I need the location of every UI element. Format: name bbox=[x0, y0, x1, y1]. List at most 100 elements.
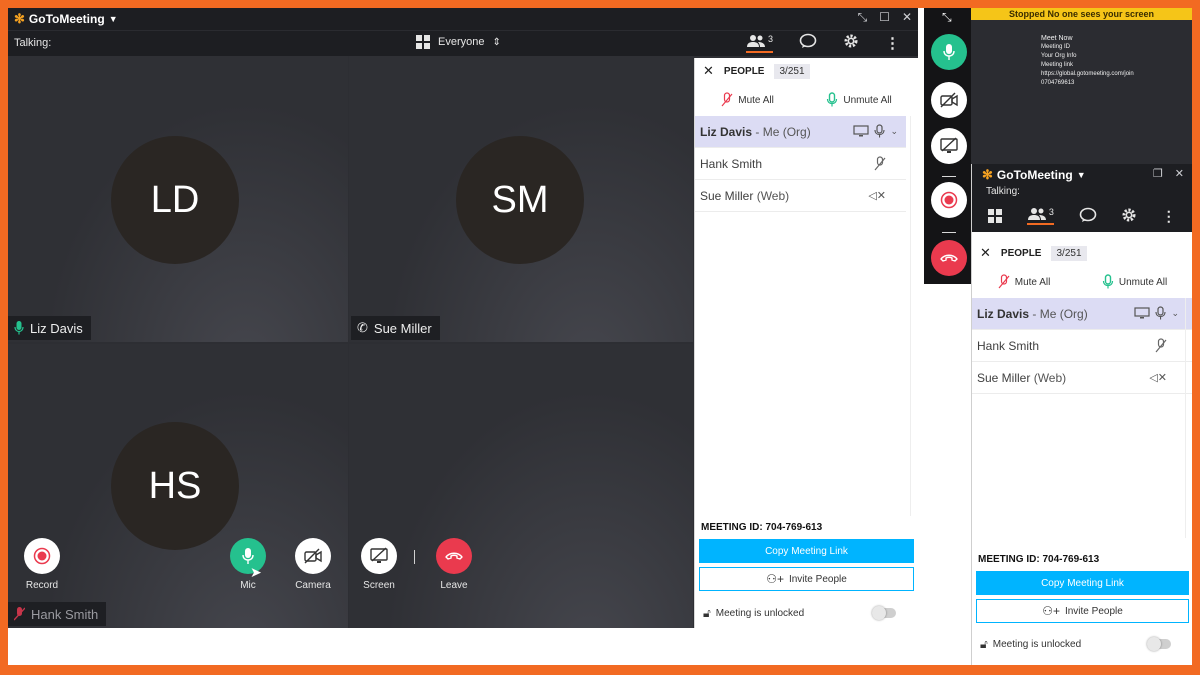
record-button[interactable] bbox=[24, 538, 60, 574]
participant-row[interactable]: Liz Davis - Me (Org) ⌄ bbox=[695, 116, 906, 148]
floating-leave-button[interactable] bbox=[931, 240, 967, 276]
mic-active-icon bbox=[14, 321, 24, 335]
participant-name-tag: ✆ Sue Miller bbox=[351, 316, 440, 340]
chevron-down-icon[interactable]: ⌄ bbox=[1171, 308, 1179, 319]
record-control[interactable]: Record bbox=[20, 538, 64, 591]
copy-meeting-link-button[interactable]: Copy Meeting Link bbox=[976, 571, 1189, 595]
invite-people-label: Invite People bbox=[788, 573, 847, 585]
participant-name: Sue Miller bbox=[700, 188, 754, 203]
settings-gear-icon[interactable] bbox=[1121, 207, 1137, 226]
talking-indicator: Talking: bbox=[972, 184, 1192, 200]
mute-all-button[interactable]: Mute All bbox=[721, 92, 774, 108]
speaker-muted-icon: ◁✕ bbox=[868, 190, 886, 202]
screen-button[interactable] bbox=[361, 538, 397, 574]
participant-count-badge: 3/251 bbox=[1051, 245, 1087, 261]
people-panel: ✕ PEOPLE 3/251 Mute All Unmute All Liz D… bbox=[694, 58, 918, 628]
participant-row[interactable]: Hank Smith bbox=[972, 330, 1192, 362]
mic-muted-icon bbox=[874, 156, 886, 171]
expand-icon[interactable]: ⤡ bbox=[942, 10, 952, 25]
invite-people-button[interactable]: ⚇+ Invite People bbox=[976, 599, 1189, 623]
restore-icon[interactable]: ❐ bbox=[1153, 167, 1163, 180]
invite-people-button[interactable]: ⚇+ Invite People bbox=[699, 567, 914, 591]
floating-record-button[interactable] bbox=[931, 182, 967, 218]
up-down-chevron-icon: ⇕ bbox=[492, 36, 501, 48]
app-logo[interactable]: ✻ GoToMeeting ▼ bbox=[14, 11, 118, 27]
app-logo[interactable]: ✻ GoToMeeting ▼ bbox=[982, 167, 1086, 183]
chevron-down-icon: ▼ bbox=[1076, 170, 1086, 180]
people-tab[interactable]: 3 bbox=[746, 33, 774, 53]
hang-up-icon bbox=[940, 254, 958, 262]
close-panel-icon[interactable]: ✕ bbox=[703, 63, 714, 79]
camera-control[interactable]: Camera bbox=[291, 538, 335, 591]
meeting-id: MEETING ID: 704-769-613 bbox=[978, 554, 1100, 565]
camera-button[interactable] bbox=[295, 538, 331, 574]
floating-mic-button[interactable] bbox=[931, 34, 967, 70]
unlocked-padlock-icon: 🔓︎ bbox=[703, 605, 711, 620]
screen-control[interactable]: Screen bbox=[357, 538, 401, 591]
microphone-icon bbox=[874, 124, 886, 138]
unmute-all-label: Unmute All bbox=[1118, 276, 1168, 288]
microphone-icon bbox=[1102, 274, 1113, 289]
mute-controls: Mute All Unmute All bbox=[972, 266, 1192, 298]
compact-view-icon[interactable]: ⤡ bbox=[858, 10, 868, 25]
participant-name: Sue Miller bbox=[977, 370, 1031, 385]
participant-row[interactable]: Sue Miller (Web) ◁✕ bbox=[695, 180, 906, 212]
mic-control[interactable]: Mic bbox=[226, 538, 270, 591]
lock-status-text: Meeting is unlocked bbox=[715, 607, 805, 619]
participant-name-tag: Liz Davis bbox=[8, 316, 91, 340]
mute-all-label: Mute All bbox=[738, 94, 774, 106]
participant-row[interactable]: Sue Miller (Web) ◁✕ bbox=[972, 362, 1192, 394]
invite-people-label: Invite People bbox=[1064, 605, 1123, 617]
chevron-down-icon[interactable]: ⌄ bbox=[890, 126, 898, 137]
hang-up-icon bbox=[445, 552, 463, 560]
compact-title-bar: ✻ GoToMeeting ▼ ❐ ✕ bbox=[972, 164, 1192, 184]
leave-control[interactable]: Leave bbox=[432, 538, 476, 591]
view-selector[interactable]: Everyone ⇕ bbox=[416, 35, 501, 49]
participant-row[interactable]: Hank Smith bbox=[695, 148, 906, 180]
copy-meeting-link-button[interactable]: Copy Meeting Link bbox=[699, 539, 914, 563]
camera-off-icon bbox=[304, 548, 322, 564]
close-icon[interactable]: ✕ bbox=[1175, 167, 1184, 180]
grid-view-icon bbox=[416, 35, 430, 49]
chat-icon[interactable] bbox=[1079, 207, 1097, 226]
record-label: Record bbox=[25, 580, 59, 591]
meeting-id: MEETING ID: 704-769-613 bbox=[701, 522, 823, 533]
chat-icon[interactable] bbox=[799, 33, 817, 53]
screen-share-off-icon bbox=[370, 547, 388, 563]
people-count: 3 bbox=[768, 33, 774, 44]
screen-label: Screen bbox=[363, 580, 395, 591]
unmute-all-button[interactable]: Unmute All bbox=[1102, 274, 1167, 290]
participant-name: Liz Davis bbox=[977, 306, 1030, 321]
tile-name: Hank Smith bbox=[31, 606, 99, 622]
screen-share-preview: Stopped No one sees your screen Meet Now… bbox=[971, 8, 1192, 164]
maximize-icon[interactable]: ☐ bbox=[879, 10, 890, 25]
grid-view-icon[interactable] bbox=[988, 209, 1003, 223]
record-icon bbox=[33, 547, 51, 565]
leave-button[interactable] bbox=[436, 538, 472, 574]
leave-label: Leave bbox=[440, 580, 468, 591]
mute-all-button[interactable]: Mute All bbox=[998, 274, 1050, 290]
chevron-down-icon: ▼ bbox=[108, 14, 118, 24]
scrollbar[interactable] bbox=[910, 116, 916, 516]
mic-muted-icon bbox=[1155, 338, 1167, 353]
people-tab[interactable]: 3 bbox=[1026, 207, 1054, 225]
more-options-icon[interactable]: ⋮ bbox=[1162, 208, 1176, 225]
floating-screen-button[interactable] bbox=[931, 128, 967, 164]
meeting-lock-row: 🔓︎ Meeting is unlocked bbox=[695, 598, 918, 628]
close-icon[interactable]: ✕ bbox=[902, 10, 912, 25]
close-panel-icon[interactable]: ✕ bbox=[980, 245, 991, 261]
participant-row[interactable]: Liz Davis - Me (Org) ⌄ bbox=[972, 298, 1192, 330]
video-tile[interactable]: LD Liz Davis bbox=[8, 56, 348, 342]
video-tile[interactable]: SM ✆ Sue Miller bbox=[349, 56, 693, 342]
floating-camera-button[interactable] bbox=[931, 82, 967, 118]
more-options-icon[interactable]: ⋮ bbox=[885, 34, 900, 52]
mic-muted-icon bbox=[14, 607, 25, 621]
lock-toggle[interactable] bbox=[1147, 637, 1171, 651]
participant-count-badge: 3/251 bbox=[774, 63, 810, 79]
lock-toggle[interactable] bbox=[872, 606, 896, 620]
toolbar-right: 3 ⋮ bbox=[746, 33, 900, 53]
unmute-all-button[interactable]: Unmute All bbox=[826, 92, 892, 108]
scrollbar[interactable] bbox=[1185, 298, 1191, 538]
people-panel-title: PEOPLE bbox=[723, 65, 765, 77]
settings-gear-icon[interactable] bbox=[843, 33, 859, 53]
